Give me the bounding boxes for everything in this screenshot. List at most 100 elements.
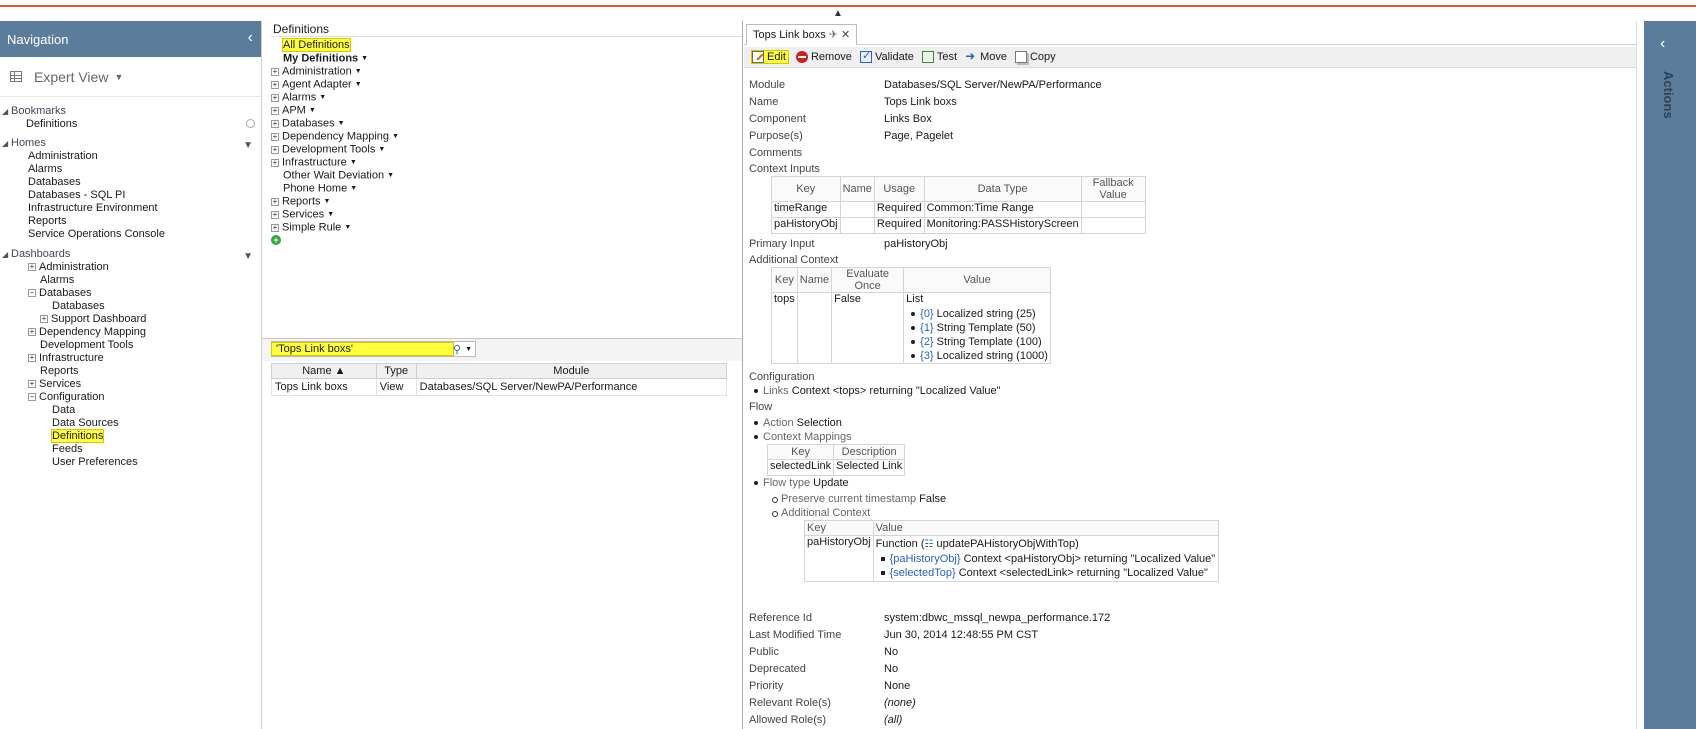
dashboard-item[interactable]: User Preferences [0, 456, 261, 469]
definition-category[interactable]: + Infrastructure ▼ [271, 156, 742, 169]
dashboard-item[interactable]: Development Tools [0, 339, 261, 352]
chevron-down-icon[interactable]: ▼ [361, 55, 368, 62]
tab-tops-link-boxs[interactable]: Tops Link boxs ✈ ✕ [746, 24, 858, 45]
bookmark-settings-icon[interactable] [246, 119, 255, 128]
dashboard-item[interactable]: Data Sources [0, 417, 261, 430]
filter-icon[interactable]: ▼ [243, 139, 253, 152]
definition-category[interactable]: Phone Home ▼ [271, 182, 742, 195]
search-input[interactable]: 'Tops Link boxs' ⚲ ▼ [271, 341, 476, 357]
home-item[interactable]: Reports [0, 215, 261, 228]
definition-category[interactable]: + Administration ▼ [271, 65, 742, 78]
dashboard-item[interactable]: + Administration [0, 261, 261, 274]
chevron-down-icon[interactable]: ▼ [344, 224, 351, 231]
chevron-down-icon[interactable]: ▼ [387, 172, 394, 179]
column-header[interactable]: Type [375, 363, 417, 379]
expand-icon[interactable]: + [271, 223, 279, 232]
test-button[interactable]: Test [921, 51, 957, 63]
dashboard-item[interactable]: Data [0, 404, 261, 417]
vertical-splitter[interactable] [742, 21, 743, 729]
expand-icon[interactable]: + [271, 93, 279, 102]
dashboard-item[interactable]: − Databases [0, 287, 261, 300]
chevron-down-icon[interactable]: ▼ [324, 198, 331, 205]
view-selector[interactable]: Expert View ▼ [0, 57, 261, 97]
dashboard-item[interactable]: + Services [0, 378, 261, 391]
collapse-up-icon[interactable]: ▲ [833, 8, 843, 19]
definition-category[interactable]: + Development Tools ▼ [271, 143, 742, 156]
expand-icon[interactable]: + [271, 210, 279, 219]
definition-category[interactable]: All Definitions [271, 38, 742, 52]
expand-icon[interactable]: + [28, 328, 36, 337]
expand-left-icon[interactable]: ‹ [1660, 35, 1665, 53]
expand-icon[interactable]: + [271, 119, 279, 128]
expand-icon[interactable]: + [271, 67, 279, 76]
home-item[interactable]: Alarms [0, 163, 261, 176]
expand-icon[interactable]: + [28, 380, 36, 389]
homes-header[interactable]: ◢ Homes ▼ [0, 137, 261, 152]
expand-icon[interactable]: + [271, 145, 279, 154]
dashboard-item[interactable]: Definitions [0, 429, 261, 443]
chevron-down-icon[interactable]: ▼ [465, 346, 472, 353]
chevron-down-icon[interactable]: ▼ [378, 146, 385, 153]
home-item[interactable]: Service Operations Console [0, 228, 261, 241]
horizontal-splitter[interactable] [262, 338, 742, 339]
bookmark-item[interactable]: Definitions [0, 118, 261, 131]
filter-icon[interactable]: ▼ [243, 250, 253, 263]
definition-category[interactable]: + Reports ▼ [271, 195, 742, 208]
expand-icon[interactable]: + [271, 106, 279, 115]
chevron-down-icon[interactable]: ▼ [355, 81, 362, 88]
search-input-value[interactable]: 'Tops Link boxs' [271, 342, 454, 356]
dashboard-item[interactable]: − Configuration [0, 391, 261, 404]
column-header[interactable]: Module [415, 363, 728, 379]
collapse-icon[interactable]: − [28, 289, 36, 298]
definition-category[interactable]: + Services ▼ [271, 208, 742, 221]
collapse-icon[interactable]: − [28, 393, 36, 402]
pin-icon[interactable]: ✈ [829, 29, 838, 41]
definition-category[interactable]: + Simple Rule ▼ [271, 221, 742, 234]
add-icon[interactable]: + [271, 235, 281, 245]
bookmarks-header[interactable]: ◢ Bookmarks [0, 105, 261, 128]
expand-icon[interactable]: + [28, 354, 36, 363]
remove-button[interactable]: Remove [795, 51, 852, 63]
chevron-down-icon[interactable]: ▼ [319, 94, 326, 101]
home-item[interactable]: Administration [0, 150, 261, 163]
home-item[interactable]: Infrastructure Environment [0, 202, 261, 215]
definition-category[interactable]: + Dependency Mapping ▼ [271, 130, 742, 143]
dashboards-header[interactable]: ◢ Dashboards ▼ [0, 248, 261, 263]
chevron-down-icon[interactable]: ▼ [392, 133, 399, 140]
expand-icon[interactable]: + [40, 315, 48, 324]
expand-icon[interactable]: + [28, 263, 36, 272]
expand-icon[interactable]: + [271, 132, 279, 141]
definition-category[interactable]: Other Wait Deviation ▼ [271, 169, 742, 182]
dashboard-item[interactable]: Reports [0, 365, 261, 378]
dashboard-item[interactable]: Databases [0, 300, 261, 313]
expand-icon[interactable]: + [271, 80, 279, 89]
expand-icon[interactable]: + [271, 158, 279, 167]
edit-button[interactable]: Edit [751, 50, 789, 64]
copy-button[interactable]: Copy [1014, 51, 1056, 63]
collapse-left-icon[interactable]: ‹ [248, 29, 253, 47]
chevron-down-icon[interactable]: ▼ [338, 120, 345, 127]
table-row[interactable]: Tops Link boxs View Databases/SQL Server/N… [271, 378, 728, 396]
actions-rail[interactable]: ‹ Actions [1644, 21, 1696, 729]
chevron-down-icon[interactable]: ▼ [327, 211, 334, 218]
definition-category[interactable]: + APM ▼ [271, 104, 742, 117]
home-item[interactable]: Databases [0, 176, 261, 189]
chevron-down-icon[interactable]: ▼ [350, 185, 357, 192]
expand-icon[interactable]: + [271, 197, 279, 206]
chevron-down-icon[interactable]: ▼ [355, 68, 362, 75]
home-item[interactable]: Databases - SQL PI [0, 189, 261, 202]
dashboard-item[interactable]: + Support Dashboard [0, 313, 261, 326]
dashboard-item[interactable]: Alarms [0, 274, 261, 287]
close-icon[interactable]: ✕ [841, 29, 850, 41]
definition-category[interactable]: + Alarms ▼ [271, 91, 742, 104]
definition-category[interactable]: My Definitions ▼ [271, 52, 742, 65]
definition-category[interactable]: + Databases ▼ [271, 117, 742, 130]
column-header[interactable]: Name ▲ [271, 363, 377, 379]
move-button[interactable]: Move [965, 49, 1007, 63]
dashboard-item[interactable]: + Infrastructure [0, 352, 261, 365]
definition-category[interactable]: + Agent Adapter ▼ [271, 78, 742, 91]
dashboard-item[interactable]: + Dependency Mapping [0, 326, 261, 339]
search-icon[interactable]: ⚲ [453, 343, 461, 356]
chevron-down-icon[interactable]: ▼ [309, 107, 316, 114]
dashboard-item[interactable]: Feeds [0, 443, 261, 456]
